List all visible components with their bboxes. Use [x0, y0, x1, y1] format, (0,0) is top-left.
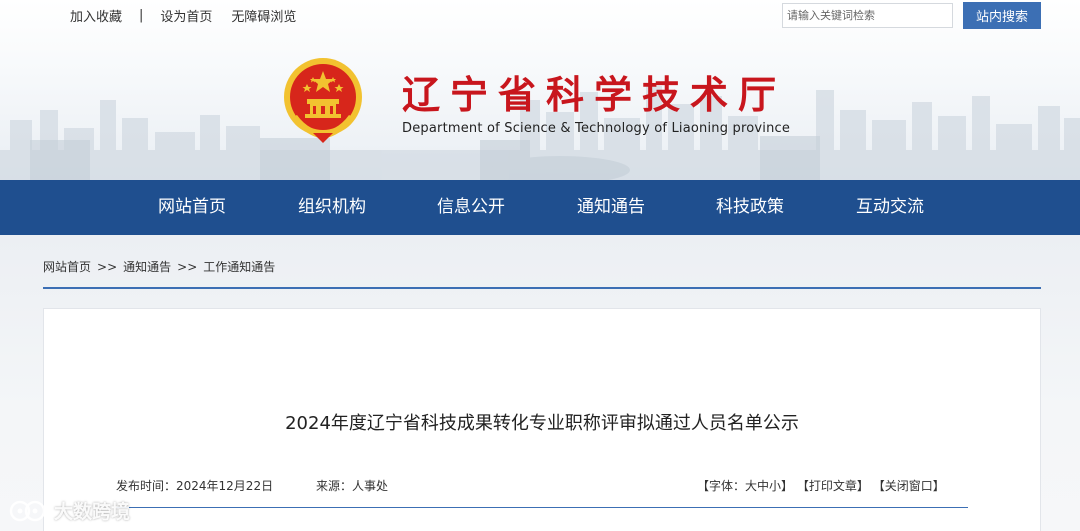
site-header: 加入收藏 | 设为首页 无障碍浏览 站内搜索 辽宁省科学技术厅 Departme… [0, 0, 1080, 180]
article-title: 2024年度辽宁省科技成果转化专业职称评审拟通过人员名单公示 [285, 413, 799, 434]
add-favorite-link[interactable]: 加入收藏 [70, 6, 122, 25]
breadcrumb-separator: >> [97, 260, 118, 274]
site-search-button[interactable]: 站内搜索 [963, 2, 1041, 29]
breadcrumb-home[interactable]: 网站首页 [43, 260, 91, 274]
article-panel: 2024年度辽宁省科技成果转化专业职称评审拟通过人员名单公示 发布时间：2024… [43, 308, 1041, 531]
publish-date: 发布时间：2024年12月22日 [116, 479, 274, 493]
watermark-text: 大数跨境 [54, 501, 131, 523]
breadcrumb-work-notices[interactable]: 工作通知通告 [203, 260, 275, 274]
font-size-tool[interactable]: 【字体：大中小】 [697, 479, 793, 493]
nav-item-tech-policy[interactable]: 科技政策 [680, 180, 820, 235]
nav-item-home[interactable]: 网站首页 [122, 180, 262, 235]
site-title-chinese: 辽宁省科学技术厅 [402, 72, 787, 117]
breadcrumb: 网站首页 >> 通知通告 >> 工作通知通告 [43, 258, 275, 275]
top-links-bar: 加入收藏 | 设为首页 无障碍浏览 [70, 6, 296, 25]
accessible-browsing-link[interactable]: 无障碍浏览 [231, 6, 296, 25]
breadcrumb-notices[interactable]: 通知通告 [123, 260, 171, 274]
watermark-logo-icon [9, 500, 46, 521]
nav-item-notices[interactable]: 通知通告 [541, 180, 681, 235]
nav-item-info-disclosure[interactable]: 信息公开 [401, 180, 541, 235]
nav-item-interaction[interactable]: 互动交流 [820, 180, 960, 235]
watermark: 大数跨境 [8, 497, 130, 524]
main-navigation: 网站首页 组织机构 信息公开 通知通告 科技政策 互动交流 [0, 180, 1080, 235]
article-source: 来源：人事处 [316, 479, 389, 493]
close-window-button[interactable]: 【关闭窗口】 [873, 479, 945, 493]
top-link-separator: | [139, 7, 144, 23]
breadcrumb-divider [43, 287, 1041, 289]
article-tools: 【字体：大中小】 【打印文章】 【关闭窗口】 [697, 477, 945, 494]
print-article-button[interactable]: 【打印文章】 [797, 479, 869, 493]
breadcrumb-separator: >> [177, 260, 198, 274]
nav-item-organization[interactable]: 组织机构 [262, 180, 402, 235]
meta-divider [116, 507, 968, 508]
search-input[interactable] [782, 3, 953, 28]
national-emblem-icon [284, 58, 362, 143]
set-homepage-link[interactable]: 设为首页 [160, 6, 212, 25]
site-title-english: Department of Science & Technology of Li… [402, 121, 791, 136]
